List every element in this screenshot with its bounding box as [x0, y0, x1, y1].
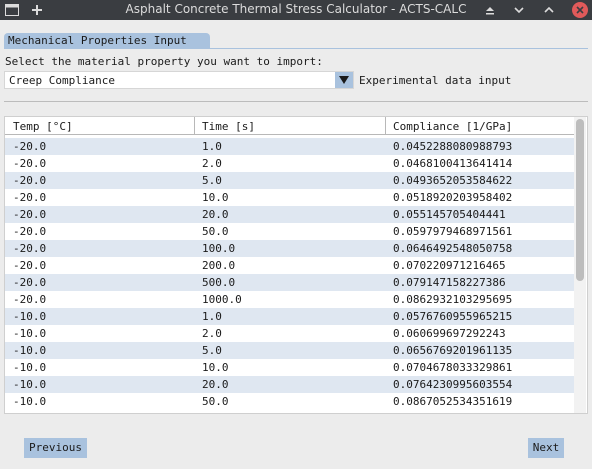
material-property-select[interactable]: Creep Compliance — [4, 71, 354, 89]
compliance-cell[interactable]: 0.0656769201961135 — [393, 344, 512, 357]
table-row[interactable]: -20.0 5.0 0.0493652053584622 — [5, 172, 575, 189]
title-bar: Asphalt Concrete Thermal Stress Calculat… — [0, 0, 592, 20]
temp-cell[interactable]: -10.0 — [13, 310, 46, 323]
time-cell[interactable]: 1000.0 — [202, 293, 242, 306]
temp-cell[interactable]: -10.0 — [13, 327, 46, 340]
temp-cell[interactable]: -20.0 — [13, 225, 46, 238]
minimize-icon[interactable] — [512, 0, 526, 20]
temp-cell[interactable]: -10.0 — [13, 395, 46, 408]
temp-cell[interactable]: -20.0 — [13, 293, 46, 306]
material-property-value: Creep Compliance — [9, 74, 115, 87]
compliance-cell[interactable]: 0.0597979468971561 — [393, 225, 512, 238]
table-row[interactable]: -10.0 20.0 0.0764230995603554 — [5, 376, 575, 393]
previous-button[interactable]: Previous — [24, 438, 87, 458]
close-icon[interactable] — [572, 2, 588, 18]
maximize-icon[interactable] — [542, 0, 556, 20]
temp-cell[interactable]: -20.0 — [13, 191, 46, 204]
temp-cell[interactable]: -20.0 — [13, 276, 46, 289]
time-cell[interactable]: 20.0 — [202, 208, 229, 221]
dropdown-arrow-icon[interactable] — [335, 72, 353, 88]
time-cell[interactable]: 1.0 — [202, 140, 222, 153]
table-row[interactable]: -20.0 1000.0 0.0862932103295695 — [5, 291, 575, 308]
compliance-cell[interactable]: 0.060699697292243 — [393, 327, 506, 340]
tab-mechanical-properties[interactable]: Mechanical Properties Input — [4, 33, 210, 49]
time-cell[interactable]: 2.0 — [202, 157, 222, 170]
table-row[interactable]: -20.0 10.0 0.0518920203958402 — [5, 189, 575, 206]
vertical-scrollbar[interactable] — [574, 117, 586, 413]
table-row[interactable]: -10.0 5.0 0.0656769201961135 — [5, 342, 575, 359]
compliance-cell[interactable]: 0.0518920203958402 — [393, 191, 512, 204]
compliance-cell[interactable]: 0.055145705404441 — [393, 208, 506, 221]
next-button[interactable]: Next — [528, 438, 564, 458]
table-row[interactable]: -20.0 2.0 0.0468100413641414 — [5, 155, 575, 172]
table-row[interactable]: -10.0 50.0 0.0867052534351619 — [5, 393, 575, 410]
table-row[interactable]: -20.0 200.0 0.070220971216465 — [5, 257, 575, 274]
table-row[interactable]: -20.0 100.0 0.0646492548050758 — [5, 240, 575, 257]
compliance-cell[interactable]: 0.0452288080988793 — [393, 140, 512, 153]
compliance-cell[interactable]: 0.0468100413641414 — [393, 157, 512, 170]
column-divider[interactable] — [385, 117, 386, 135]
keep-above-icon[interactable] — [483, 0, 497, 20]
temp-cell[interactable]: -10.0 — [13, 378, 46, 391]
time-cell[interactable]: 50.0 — [202, 395, 229, 408]
time-cell[interactable]: 5.0 — [202, 344, 222, 357]
table-row[interactable]: -10.0 1.0 0.0576760955965215 — [5, 308, 575, 325]
compliance-cell[interactable]: 0.0576760955965215 — [393, 310, 512, 323]
data-table[interactable]: Temp [°C] Time [s] Compliance [1/GPa] -2… — [4, 116, 588, 414]
compliance-cell[interactable]: 0.0493652053584622 — [393, 174, 512, 187]
time-cell[interactable]: 20.0 — [202, 378, 229, 391]
temp-cell[interactable]: -20.0 — [13, 174, 46, 187]
window-title: Asphalt Concrete Thermal Stress Calculat… — [125, 2, 467, 16]
temp-cell[interactable]: -10.0 — [13, 344, 46, 357]
table-row[interactable]: -20.0 500.0 0.079147158227386 — [5, 274, 575, 291]
table-body: -20.0 1.0 0.0452288080988793 -20.0 2.0 0.0468… — [5, 138, 575, 410]
table-row[interactable]: -20.0 1.0 0.0452288080988793 — [5, 138, 575, 155]
compliance-cell[interactable]: 0.0646492548050758 — [393, 242, 512, 255]
table-row[interactable]: -10.0 2.0 0.060699697292243 — [5, 325, 575, 342]
compliance-cell[interactable]: 0.0704678033329861 — [393, 361, 512, 374]
column-divider[interactable] — [194, 117, 195, 135]
table-row[interactable]: -20.0 50.0 0.0597979468971561 — [5, 223, 575, 240]
table-header: Temp [°C] Time [s] Compliance [1/GPa] — [5, 117, 575, 135]
tab-underline — [4, 48, 588, 49]
time-cell[interactable]: 200.0 — [202, 259, 235, 272]
compliance-cell[interactable]: 0.0862932103295695 — [393, 293, 512, 306]
time-cell[interactable]: 1.0 — [202, 310, 222, 323]
temp-cell[interactable]: -20.0 — [13, 259, 46, 272]
time-cell[interactable]: 500.0 — [202, 276, 235, 289]
temp-cell[interactable]: -20.0 — [13, 157, 46, 170]
table-row[interactable]: -20.0 20.0 0.055145705404441 — [5, 206, 575, 223]
time-cell[interactable]: 100.0 — [202, 242, 235, 255]
time-cell[interactable]: 5.0 — [202, 174, 222, 187]
time-cell[interactable]: 2.0 — [202, 327, 222, 340]
time-cell[interactable]: 10.0 — [202, 361, 229, 374]
time-cell[interactable]: 10.0 — [202, 191, 229, 204]
header-time[interactable]: Time [s] — [202, 120, 255, 133]
temp-cell[interactable]: -20.0 — [13, 242, 46, 255]
material-prompt: Select the material property you want to… — [5, 55, 323, 68]
scrollbar-thumb[interactable] — [576, 119, 584, 281]
experimental-data-label: Experimental data input — [359, 74, 512, 87]
temp-cell[interactable]: -20.0 — [13, 140, 46, 153]
compliance-cell[interactable]: 0.0867052534351619 — [393, 395, 512, 408]
separator — [4, 101, 588, 102]
compliance-cell[interactable]: 0.070220971216465 — [393, 259, 506, 272]
header-temp[interactable]: Temp [°C] — [13, 120, 73, 133]
compliance-cell[interactable]: 0.0764230995603554 — [393, 378, 512, 391]
temp-cell[interactable]: -20.0 — [13, 208, 46, 221]
header-compliance[interactable]: Compliance [1/GPa] — [393, 120, 512, 133]
time-cell[interactable]: 50.0 — [202, 225, 229, 238]
table-row[interactable]: -10.0 10.0 0.0704678033329861 — [5, 359, 575, 376]
temp-cell[interactable]: -10.0 — [13, 361, 46, 374]
compliance-cell[interactable]: 0.079147158227386 — [393, 276, 506, 289]
